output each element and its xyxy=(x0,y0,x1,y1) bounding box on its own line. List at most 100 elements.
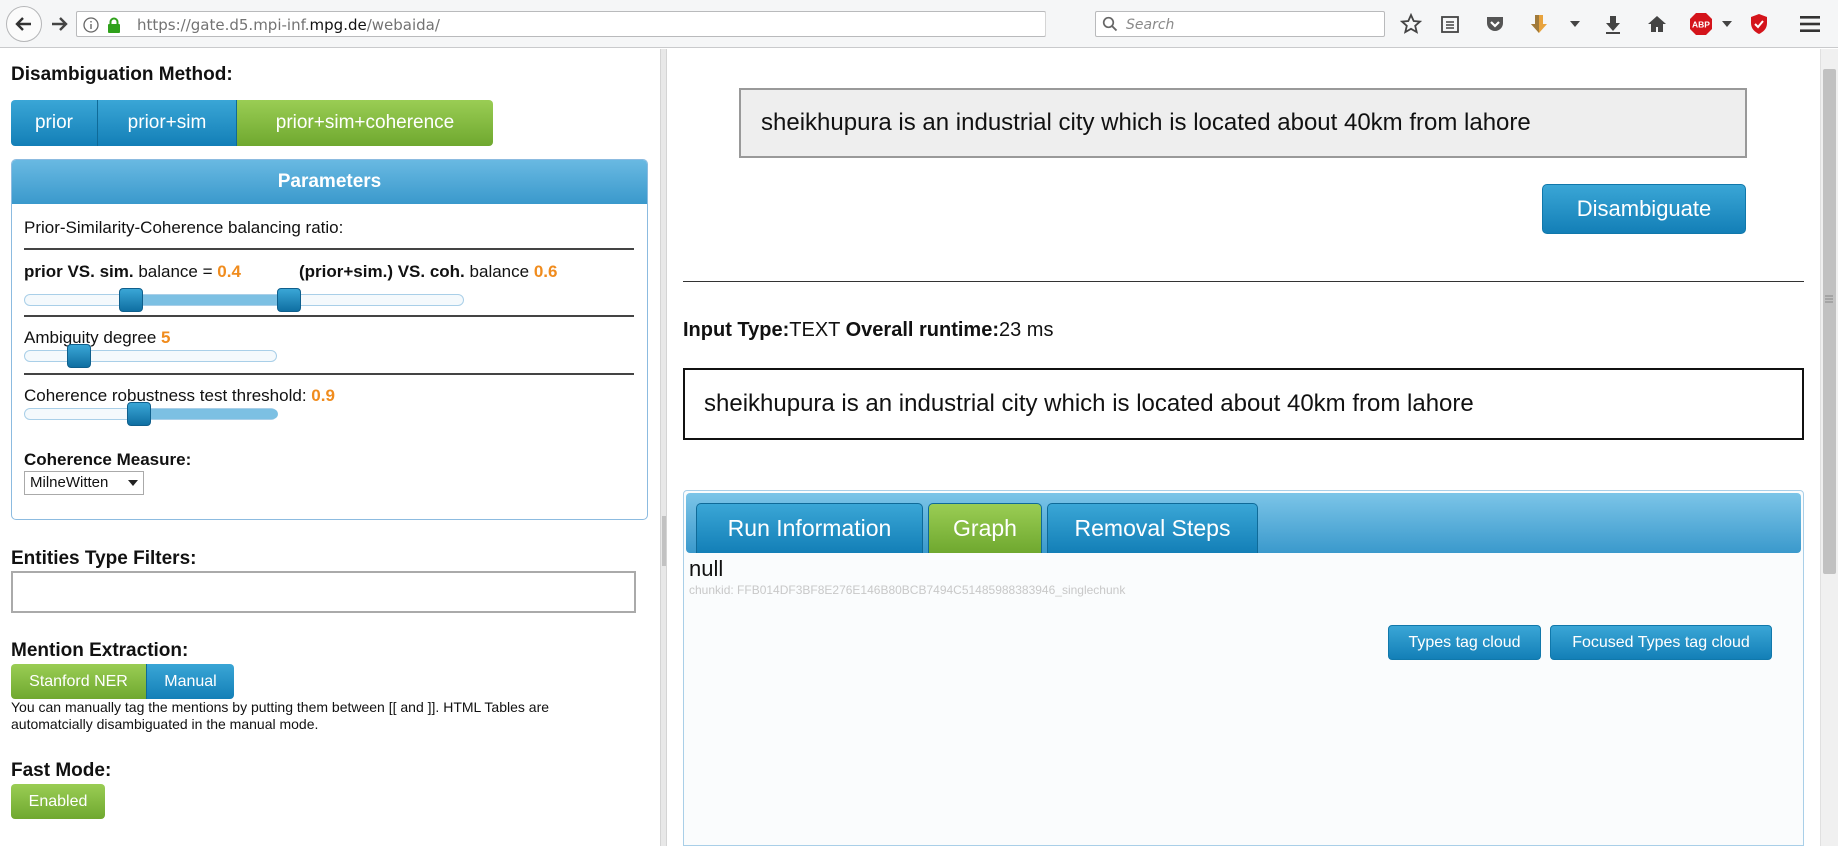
chevron-down-icon xyxy=(128,480,138,486)
disambiguation-method-selector: prior prior+sim prior+sim+coherence xyxy=(11,100,493,146)
back-button[interactable] xyxy=(6,6,42,42)
chunk-id: chunkid: FFB014DF3BF8E276E146B80BCB7494C… xyxy=(689,583,1126,597)
star-icon xyxy=(1400,13,1422,34)
url-separator xyxy=(1045,12,1046,36)
coherence-threshold-range xyxy=(139,409,278,419)
priorsim-vs-coh-rest: balance xyxy=(469,262,530,281)
mention-extraction-selector: Stanford NER Manual xyxy=(11,664,234,699)
browser-toolbar: https://gate.d5.mpi-inf.mpg.de/webaida/ … xyxy=(0,0,1838,48)
prior-vs-sim-bold: prior VS. sim. xyxy=(24,262,134,281)
disambiguation-method-heading: Disambiguation Method: xyxy=(11,64,233,85)
ambiguity-degree-slider[interactable] xyxy=(24,344,277,368)
graph-output: null xyxy=(689,556,724,581)
manual-button[interactable]: Manual xyxy=(147,664,234,699)
method-prior-sim-button[interactable]: prior+sim xyxy=(98,100,237,146)
prior-sim-slider-handle[interactable] xyxy=(119,288,143,312)
method-prior-sim-coherence-button[interactable]: prior+sim+coherence xyxy=(237,100,493,146)
adblock-button[interactable]: ABP xyxy=(1688,11,1714,37)
url-domain: mpg.de xyxy=(309,16,367,34)
adblock-icon: ABP xyxy=(1690,13,1712,35)
disambiguate-button[interactable]: Disambiguate xyxy=(1542,184,1746,234)
priorsim-vs-coh-value: 0.6 xyxy=(533,262,558,281)
prior-vs-sim-label: prior VS. sim. balance = 0.4 xyxy=(24,262,241,282)
divider xyxy=(24,373,634,375)
divider xyxy=(683,281,1804,282)
divider xyxy=(24,315,634,317)
lock-icon[interactable] xyxy=(107,17,121,33)
chevron-down-icon xyxy=(1570,21,1580,27)
tab-removal-steps[interactable]: Removal Steps xyxy=(1047,503,1258,553)
reader-list-button[interactable] xyxy=(1437,11,1463,37)
download-arrow-orange-icon xyxy=(1531,15,1547,33)
parameters-panel: Parameters Prior-Similarity-Coherence ba… xyxy=(11,159,648,520)
ambiguity-degree-label: Ambiguity degree 5 xyxy=(24,328,171,348)
tab-run-information[interactable]: Run Information xyxy=(696,503,923,553)
adblock-menu-button[interactable] xyxy=(1714,11,1740,37)
download-helper-button[interactable] xyxy=(1526,11,1552,37)
hamburger-menu-icon xyxy=(1800,16,1820,32)
coherence-threshold-handle[interactable] xyxy=(127,402,151,426)
entities-type-filters-input[interactable] xyxy=(11,571,636,613)
balance-range-slider[interactable] xyxy=(24,288,464,312)
home-icon xyxy=(1648,16,1666,32)
bookmark-star-button[interactable] xyxy=(1398,11,1424,37)
reading-list-icon xyxy=(1441,16,1459,33)
coherence-threshold-value: 0.9 xyxy=(311,386,335,405)
ambiguity-slider-handle[interactable] xyxy=(67,344,91,368)
stanford-ner-button[interactable]: Stanford NER xyxy=(11,664,147,699)
splitter-grip[interactable] xyxy=(662,516,666,566)
shield-extension-button[interactable] xyxy=(1746,11,1772,37)
types-tag-cloud-button[interactable]: Types tag cloud xyxy=(1388,625,1541,660)
home-button[interactable] xyxy=(1644,11,1670,37)
downloads-button[interactable] xyxy=(1600,11,1626,37)
prior-vs-sim-value: 0.4 xyxy=(217,262,241,281)
download-helper-menu-button[interactable] xyxy=(1562,11,1588,37)
manual-mode-note-line1: You can manually tag the mentions by put… xyxy=(11,699,550,715)
tab-graph[interactable]: Graph xyxy=(928,503,1042,553)
ambiguity-degree-value: 5 xyxy=(161,328,171,347)
shield-icon xyxy=(1751,14,1767,34)
coherence-slider-handle[interactable] xyxy=(277,288,301,312)
ambiguity-degree-text: Ambiguity degree xyxy=(24,328,157,347)
parameters-title[interactable]: Parameters xyxy=(12,160,647,204)
pocket-icon xyxy=(1487,17,1503,31)
panel-splitter[interactable] xyxy=(660,49,667,846)
input-type-value: TEXT xyxy=(789,319,841,341)
forward-arrow-icon xyxy=(52,17,68,31)
search-icon xyxy=(1102,16,1118,32)
coherence-measure-value: MilneWitten xyxy=(30,474,109,491)
method-prior-button[interactable]: prior xyxy=(11,100,98,146)
tabs-header: Run Information Graph Removal Steps xyxy=(686,493,1801,553)
fast-mode-heading: Fast Mode: xyxy=(11,760,112,781)
input-text-area[interactable]: sheikhupura is an industrial city which … xyxy=(739,88,1747,158)
priorsim-vs-coh-bold: (prior+sim.) VS. coh. xyxy=(299,262,465,281)
url-bar[interactable]: https://gate.d5.mpi-inf.mpg.de/webaida/ xyxy=(76,11,1141,37)
page-scrollbar[interactable] xyxy=(1820,49,1838,846)
run-summary: Input Type:TEXT Overall runtime:23 ms xyxy=(683,319,1053,342)
forward-button[interactable] xyxy=(44,10,74,38)
coherence-threshold-label: Coherence robustness test threshold: 0.9 xyxy=(24,386,335,406)
fast-mode-enabled-button[interactable]: Enabled xyxy=(11,784,105,819)
coherence-threshold-text: Coherence robustness test threshold: xyxy=(24,386,307,405)
download-icon xyxy=(1606,16,1620,34)
focused-types-tag-cloud-button[interactable]: Focused Types tag cloud xyxy=(1550,625,1772,660)
menu-button[interactable] xyxy=(1797,11,1823,37)
back-arrow-icon xyxy=(15,17,31,31)
results-tabs-panel: Run Information Graph Removal Steps xyxy=(683,490,1804,846)
info-icon[interactable] xyxy=(83,17,99,33)
search-bar[interactable]: Search xyxy=(1095,11,1385,37)
divider xyxy=(24,248,634,250)
input-type-label: Input Type: xyxy=(683,319,790,341)
url-text[interactable]: https://gate.d5.mpi-inf.mpg.de/webaida/ xyxy=(137,16,440,34)
coherence-measure-select[interactable]: MilneWitten xyxy=(24,471,144,495)
coherence-threshold-slider[interactable] xyxy=(24,402,278,426)
balance-slider-range xyxy=(131,295,289,305)
coherence-measure-label: Coherence Measure: xyxy=(24,450,192,469)
mention-extraction-heading: Mention Extraction: xyxy=(11,640,189,661)
scrollbar-thumb[interactable] xyxy=(1823,69,1836,574)
svg-text:ABP: ABP xyxy=(1692,20,1710,30)
url-prefix: https://gate.d5.mpi-inf. xyxy=(137,16,310,34)
entities-type-filters-heading: Entities Type Filters: xyxy=(11,548,197,569)
pocket-button[interactable] xyxy=(1482,11,1508,37)
fast-mode-selector: Enabled xyxy=(11,784,105,819)
